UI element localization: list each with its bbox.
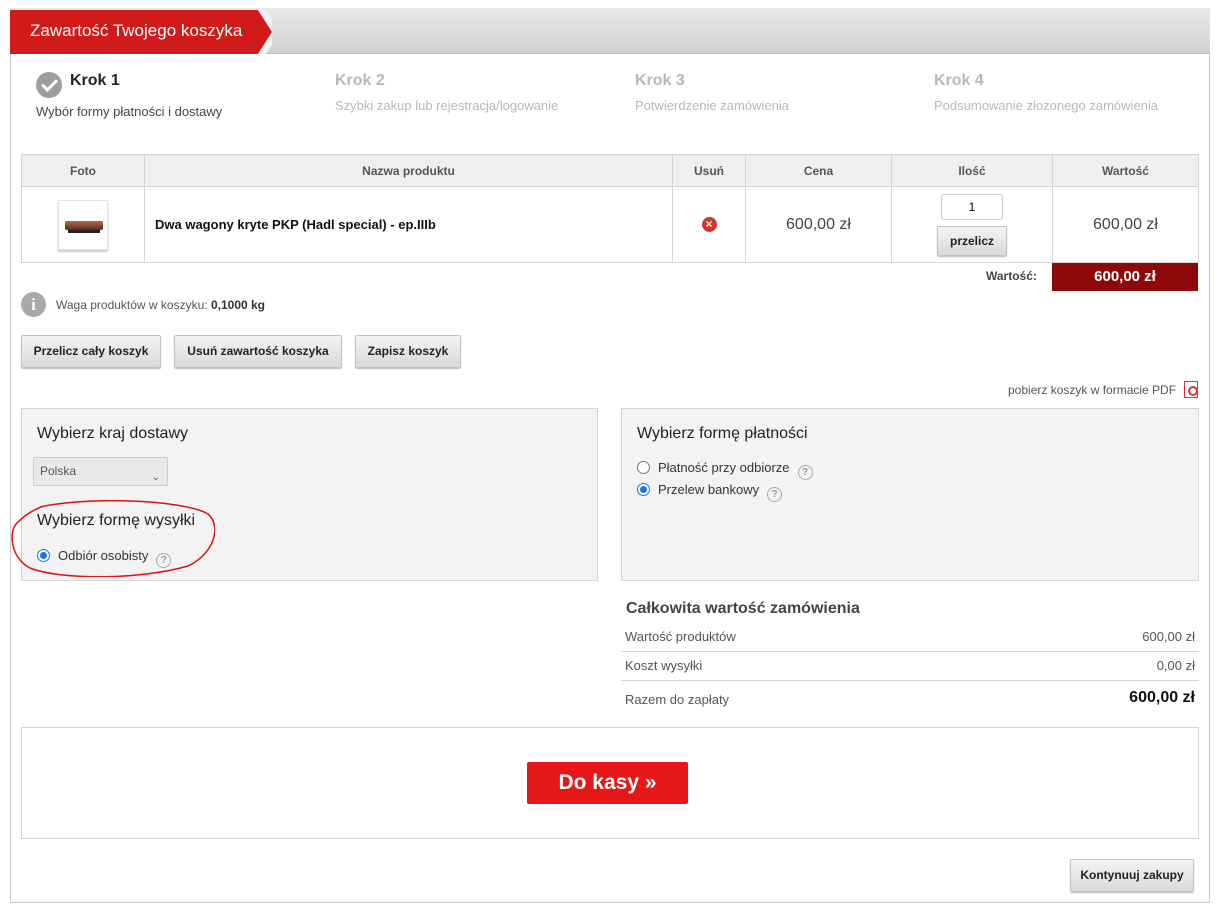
step-4: Krok 4 Podsumowanie złożonego zamówienia xyxy=(934,72,1158,113)
payment-option-cod[interactable]: Płatność przy odbiorze? xyxy=(637,460,813,480)
table-header-row: Foto Nazwa produktu Usuń Cena Ilość Wart… xyxy=(21,154,1199,187)
step-2: Krok 2 Szybki zakup lub rejestracja/logo… xyxy=(335,72,558,113)
payment-option-label: Przelew bankowy xyxy=(658,482,760,497)
column-header-value: Wartość xyxy=(1052,154,1199,187)
clear-cart-button[interactable]: Usuń zawartość koszyka xyxy=(174,335,342,368)
step-number: Krok 2 xyxy=(335,72,385,89)
shipping-cost-value: 0,00 zł xyxy=(1156,658,1195,673)
step-1: Krok 1 Wybór formy płatności i dostawy xyxy=(36,72,222,119)
pdf-download-link[interactable]: pobierz koszyk w formacie PDF xyxy=(1008,383,1176,397)
product-name[interactable]: Dwa wagony kryte PKP (Hadl special) - ep… xyxy=(144,186,673,263)
column-header-remove: Usuń xyxy=(672,154,746,187)
delivery-country-title: Wybierz kraj dostawy xyxy=(37,425,189,442)
column-header-photo: Foto xyxy=(21,154,145,187)
column-header-name: Nazwa produktu xyxy=(144,154,673,187)
step-description: Szybki zakup lub rejestracja/logowanie xyxy=(335,98,559,113)
remove-icon[interactable]: × xyxy=(701,217,717,232)
column-header-price: Cena xyxy=(745,154,892,187)
shipping-cost-row: Koszt wysyłki 0,00 zł xyxy=(621,658,1199,681)
red-annotation-circle xyxy=(11,500,215,577)
total-row: Razem do zapłaty 600,00 zł xyxy=(621,689,1199,713)
step-description: Podsumowanie złożonego zamówienia xyxy=(934,98,1159,113)
cart-table: Foto Nazwa produktu Usuń Cena Ilość Wart… xyxy=(21,154,1199,263)
quantity-input[interactable] xyxy=(941,193,1003,220)
radio-unselected[interactable] xyxy=(637,461,650,474)
payment-method-title: Wybierz formę płatności xyxy=(637,425,808,442)
product-thumbnail[interactable] xyxy=(58,199,108,250)
payment-option-transfer[interactable]: Przelew bankowy? xyxy=(637,482,783,502)
step-description: Wybór formy płatności i dostawy xyxy=(36,104,223,119)
check-icon xyxy=(36,72,62,98)
help-icon[interactable]: ? xyxy=(767,487,783,502)
pdf-icon[interactable] xyxy=(1184,381,1198,398)
cart-value: 600,00 zł xyxy=(1052,263,1198,291)
products-value-row: Wartość produktów 600,00 zł xyxy=(621,629,1199,652)
cart-weight-label: Waga produktów w koszyku: xyxy=(56,298,208,312)
total-value: 600,00 zł xyxy=(1129,689,1195,706)
payment-option-label: Płatność przy odbiorze xyxy=(658,460,790,475)
chevron-down-icon: ⌄ xyxy=(151,472,160,483)
cart-weight: Waga produktów w koszyku: 0,1000 kg xyxy=(56,298,265,312)
page-title-text: Zawartość Twojego koszyka xyxy=(30,21,243,40)
checkout-button[interactable]: Do kasy » xyxy=(527,762,688,804)
quantity-cell: przelicz xyxy=(891,186,1053,263)
payment-panel: Wybierz formę płatności Płatność przy od… xyxy=(621,408,1199,581)
country-select[interactable]: Polska ⌄ xyxy=(33,457,168,486)
radio-selected[interactable] xyxy=(637,483,650,496)
country-select-value: Polska xyxy=(40,464,77,478)
products-value-label: Wartość produktów xyxy=(625,629,736,644)
continue-shopping-button[interactable]: Kontynuuj zakupy xyxy=(1070,859,1194,892)
step-number: Krok 1 xyxy=(70,72,120,89)
cart-value-label: Wartość: xyxy=(986,269,1037,283)
cart-weight-value: 0,1000 kg xyxy=(210,298,266,312)
column-header-quantity: Ilość xyxy=(891,154,1053,187)
info-icon: i xyxy=(21,292,46,317)
product-photo-cell xyxy=(21,186,145,263)
table-row: Dwa wagony kryte PKP (Hadl special) - ep… xyxy=(21,186,1199,263)
recalculate-all-button[interactable]: Przelicz cały koszyk xyxy=(21,335,161,368)
step-number: Krok 3 xyxy=(635,72,685,89)
products-value: 600,00 zł xyxy=(1142,629,1195,644)
step-description: Potwierdzenie zamówienia xyxy=(635,98,789,113)
step-number: Krok 4 xyxy=(934,72,984,89)
step-3: Krok 3 Potwierdzenie zamówienia xyxy=(635,72,789,113)
shipping-cost-label: Koszt wysyłki xyxy=(625,658,703,673)
product-price: 600,00 zł xyxy=(745,186,892,263)
help-icon[interactable]: ? xyxy=(797,465,813,480)
save-cart-button[interactable]: Zapisz koszyk xyxy=(355,335,461,368)
remove-cell: × xyxy=(672,186,746,263)
total-label: Razem do zapłaty xyxy=(625,692,730,707)
recalculate-button[interactable]: przelicz xyxy=(937,225,1007,256)
page-title: Zawartość Twojego koszyka xyxy=(10,10,272,54)
product-value: 600,00 zł xyxy=(1052,186,1199,263)
order-total-title: Całkowita wartość zamówienia xyxy=(626,600,860,617)
